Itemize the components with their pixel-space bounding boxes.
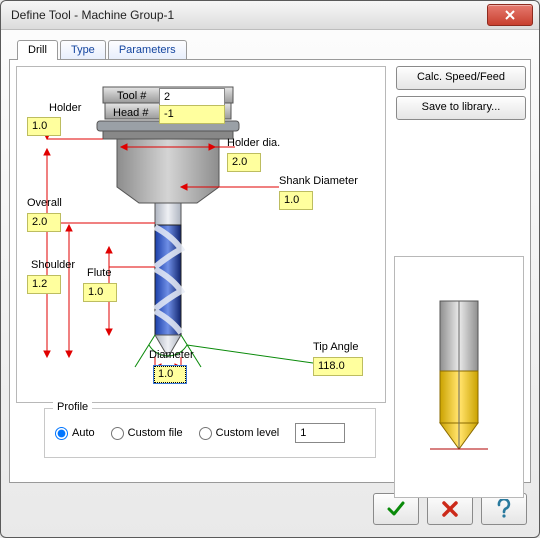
- radio-profile-custom-file[interactable]: Custom file: [111, 427, 183, 440]
- titlebar: Define Tool - Machine Group-1: [1, 1, 539, 30]
- calc-speed-feed-button[interactable]: Calc. Speed/Feed: [396, 66, 526, 90]
- radio-profile-auto-input[interactable]: [55, 427, 68, 440]
- field-overall[interactable]: 2.0: [27, 213, 61, 232]
- check-icon: [386, 500, 406, 518]
- define-tool-window: Define Tool - Machine Group-1 Drill Type…: [0, 0, 540, 538]
- field-custom-level[interactable]: [295, 423, 345, 443]
- radio-profile-auto-label: Auto: [72, 427, 95, 439]
- profile-legend: Profile: [53, 401, 92, 413]
- label-flute: Flute: [87, 267, 111, 279]
- client-area: Drill Type Parameters: [9, 37, 531, 529]
- field-head-num[interactable]: -1: [159, 105, 225, 124]
- label-shank-dia: Shank Diameter: [279, 175, 358, 187]
- field-flute[interactable]: 1.0: [83, 283, 117, 302]
- label-diameter: Diameter: [149, 349, 194, 361]
- field-tip-angle[interactable]: 118.0: [313, 357, 363, 376]
- tab-panel: Tool # 2 Head # -1 Holder 1.0 Holder dia…: [9, 59, 531, 483]
- tab-parameters[interactable]: Parameters: [108, 40, 187, 60]
- label-tip-angle: Tip Angle: [313, 341, 358, 353]
- tabstrip: Drill Type Parameters: [17, 37, 531, 59]
- radio-profile-custom-level-label: Custom level: [216, 427, 280, 439]
- tool-preview-icon: [424, 297, 494, 457]
- field-shoulder[interactable]: 1.2: [27, 275, 61, 294]
- window-close-button[interactable]: [487, 4, 533, 26]
- drill-geometry-area: Tool # 2 Head # -1 Holder 1.0 Holder dia…: [16, 66, 386, 476]
- window-title: Define Tool - Machine Group-1: [11, 8, 487, 22]
- label-holder-dia: Holder dia.: [227, 137, 280, 149]
- radio-profile-custom-level-input[interactable]: [199, 427, 212, 440]
- profile-group: Profile Auto Custom file Custom level: [44, 408, 376, 458]
- label-head-num: Head #: [113, 107, 148, 119]
- radio-profile-custom-file-label: Custom file: [128, 427, 183, 439]
- save-to-library-button[interactable]: Save to library...: [396, 96, 526, 120]
- radio-profile-custom-level[interactable]: Custom level: [199, 427, 280, 440]
- radio-profile-custom-file-input[interactable]: [111, 427, 124, 440]
- label-tool-num: Tool #: [117, 90, 146, 102]
- field-holder-dia[interactable]: 2.0: [227, 153, 261, 172]
- close-icon: [504, 10, 516, 20]
- right-column: Calc. Speed/Feed Save to library...: [396, 66, 524, 476]
- drill-diagram: Tool # 2 Head # -1 Holder 1.0 Holder dia…: [16, 66, 386, 403]
- field-shank-dia[interactable]: 1.0: [279, 191, 313, 210]
- tool-preview: [394, 256, 524, 498]
- label-overall: Overall: [27, 197, 62, 209]
- tab-drill[interactable]: Drill: [17, 40, 58, 60]
- x-icon: [441, 500, 459, 518]
- tab-type[interactable]: Type: [60, 40, 106, 60]
- radio-profile-auto[interactable]: Auto: [55, 427, 95, 440]
- field-holder[interactable]: 1.0: [27, 117, 61, 136]
- label-holder: Holder: [49, 102, 81, 114]
- field-diameter[interactable]: 1.0: [153, 365, 187, 384]
- label-shoulder: Shoulder: [31, 259, 75, 271]
- question-icon: [495, 499, 513, 519]
